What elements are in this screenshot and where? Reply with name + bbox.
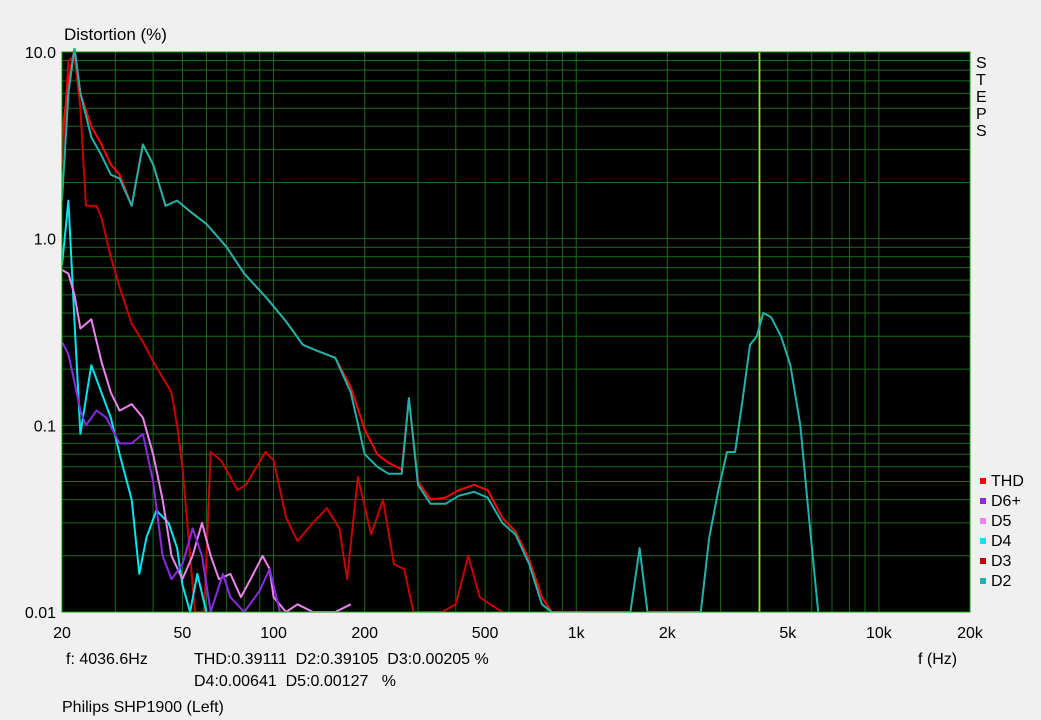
distortion-chart: 20 50 100 200 500 1k 2k 5k 10k 20k10.01.00.10.01 … [25,25,1024,716]
x-tick-label: 1k [568,625,586,642]
x-tick-label: 5k [779,625,797,642]
legend-label: D4 [991,533,1012,550]
y-tick-label: 10.0 [25,45,56,62]
x-tick-label: 20k [957,625,984,642]
legend-swatch [980,498,986,504]
x-tick-label: 500 [472,625,499,642]
side-label-letter: P [976,106,987,123]
legend-label: D2 [991,573,1012,590]
legend-swatch [980,478,986,484]
x-tick-label: 200 [351,625,378,642]
x-tick-label: 20 [53,625,71,642]
x-axis-label: f (Hz) [918,651,957,668]
side-label-letter: S [976,123,987,140]
legend-swatch [980,538,986,544]
readout-frequency: f: 4036.6Hz [66,651,148,668]
steps-side-label: STEPS [976,55,987,140]
readout-line-2: D4:0.00641 D5:0.00127 % [194,673,396,690]
legend-label: THD [991,473,1024,490]
legend-label: D3 [991,553,1012,570]
x-tick-label: 10k [866,625,893,642]
legend-swatch [980,558,986,564]
side-label-letter: S [976,55,987,72]
readout-line-1: THD:0.39111 D2:0.39105 D3:0.00205 % [194,651,489,668]
legend-swatch [980,578,986,584]
x-tick-label: 2k [659,625,677,642]
plot-area[interactable] [62,52,970,612]
y-tick-label: 0.1 [34,418,56,435]
legend-label: D5 [991,513,1012,530]
device-label: Philips SHP1900 (Left) [62,699,224,716]
legend: THD D6+ D5 D4 D3 D2 [980,473,1024,590]
side-label-letter: E [976,89,987,106]
legend-label: D6+ [991,493,1021,510]
side-label-letter: T [976,72,986,89]
legend-swatch [980,518,986,524]
chart-title: Distortion (%) [64,25,167,44]
y-tick-label: 0.01 [25,605,56,622]
x-tick-label: 100 [260,625,287,642]
x-tick-label: 50 [174,625,192,642]
y-tick-label: 1.0 [34,232,56,249]
